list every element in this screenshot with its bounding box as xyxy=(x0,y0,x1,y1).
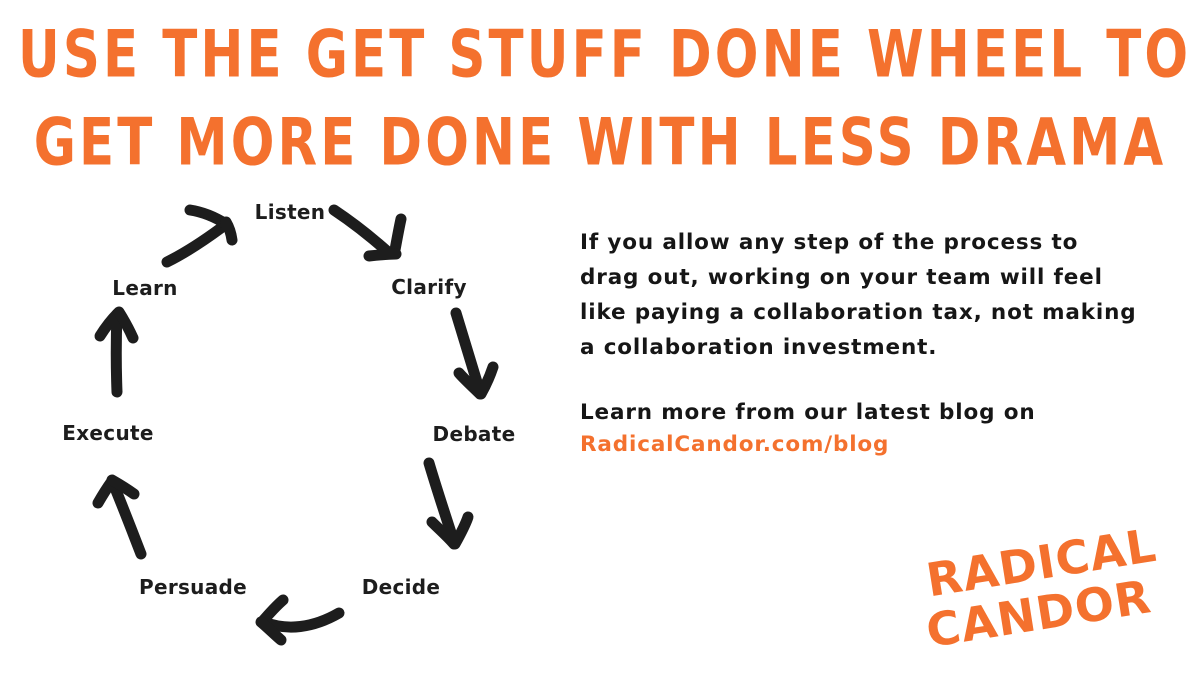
wheel-step-learn: Learn xyxy=(112,276,178,300)
arrow-decide-to-persuade xyxy=(255,594,345,646)
get-stuff-done-wheel: Listen Clarify Debate Decide Persuade Ex… xyxy=(0,170,560,670)
wheel-arrows-svg xyxy=(92,204,499,646)
radical-candor-logo: Radical Candor xyxy=(915,520,1180,650)
blog-url-link[interactable]: RadicalCandor.com/blog xyxy=(580,429,1140,461)
logo-svg: Radical Candor xyxy=(923,520,1161,650)
wheel-step-debate: Debate xyxy=(432,422,516,446)
poster-canvas: Use the Get Stuff Done Wheel to Get More… xyxy=(0,0,1200,675)
wheel-step-execute: Execute xyxy=(62,421,154,445)
arrow-listen-to-clarify xyxy=(328,204,407,262)
copy-column: If you allow any step of the process to … xyxy=(580,225,1140,461)
arrow-debate-to-decide xyxy=(423,457,474,550)
arrow-persuade-to-execute xyxy=(92,474,147,560)
cta-block: Learn more from our latest blog on Radic… xyxy=(580,397,1140,461)
body-paragraph: If you allow any step of the process to … xyxy=(580,230,1137,360)
page-title: Use the Get Stuff Done Wheel to Get More… xyxy=(18,12,1192,188)
wheel-step-persuade: Persuade xyxy=(138,575,248,599)
arrow-learn-to-listen xyxy=(161,204,238,268)
arrow-clarify-to-debate xyxy=(450,307,499,400)
arrow-execute-to-learn xyxy=(94,306,139,398)
headline-line-1: Use the Get Stuff Done Wheel to xyxy=(18,18,1192,93)
wheel-step-clarify: Clarify xyxy=(391,275,467,299)
wheel-step-decide: Decide xyxy=(361,575,441,599)
wheel-step-listen: Listen xyxy=(254,200,326,224)
cta-lead-text: Learn more from our latest blog on xyxy=(580,400,1036,425)
